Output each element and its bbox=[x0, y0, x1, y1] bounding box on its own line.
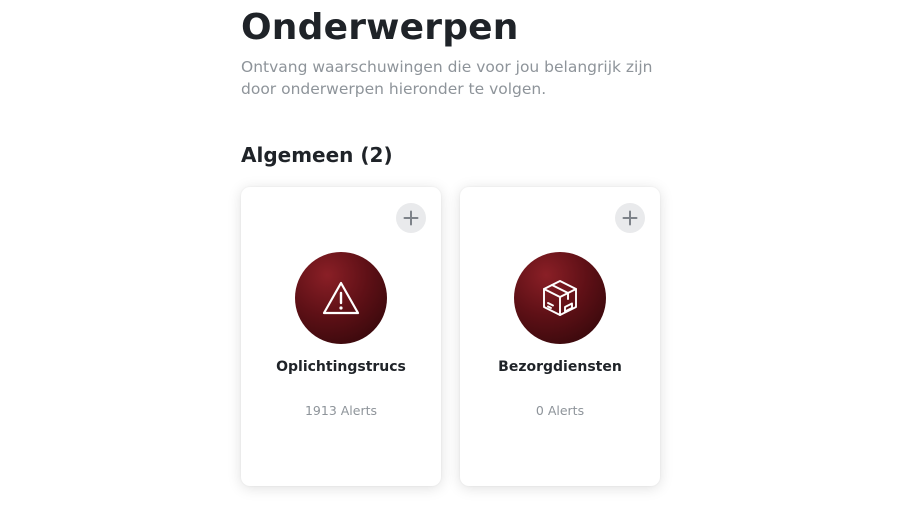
topic-badge bbox=[295, 252, 387, 344]
topic-badge bbox=[514, 252, 606, 344]
topic-card-list: Oplichtingstrucs 1913 Alerts Bezorgdiens… bbox=[241, 187, 701, 487]
package-box-icon bbox=[543, 280, 577, 316]
section-title-general: Algemeen (2) bbox=[241, 143, 393, 167]
plus-icon bbox=[403, 210, 419, 226]
topics-page: Onderwerpen Ontvang waarschuwingen die v… bbox=[241, 0, 701, 507]
follow-topic-button[interactable] bbox=[615, 203, 645, 233]
topic-alert-count: 1913 Alerts bbox=[304, 403, 378, 418]
plus-icon bbox=[622, 210, 638, 226]
topic-card-delivery-services[interactable]: Bezorgdiensten 0 Alerts bbox=[460, 187, 660, 486]
topic-card-scams[interactable]: Oplichtingstrucs 1913 Alerts bbox=[241, 187, 441, 486]
topic-alert-count: 0 Alerts bbox=[535, 403, 585, 418]
follow-topic-button[interactable] bbox=[396, 203, 426, 233]
page-title: Onderwerpen bbox=[241, 7, 519, 48]
warning-triangle-icon bbox=[322, 281, 360, 315]
topic-name: Oplichtingstrucs bbox=[276, 359, 406, 375]
page-subtitle: Ontvang waarschuwingen die voor jou bela… bbox=[241, 58, 653, 98]
topic-name: Bezorgdiensten bbox=[498, 359, 622, 375]
